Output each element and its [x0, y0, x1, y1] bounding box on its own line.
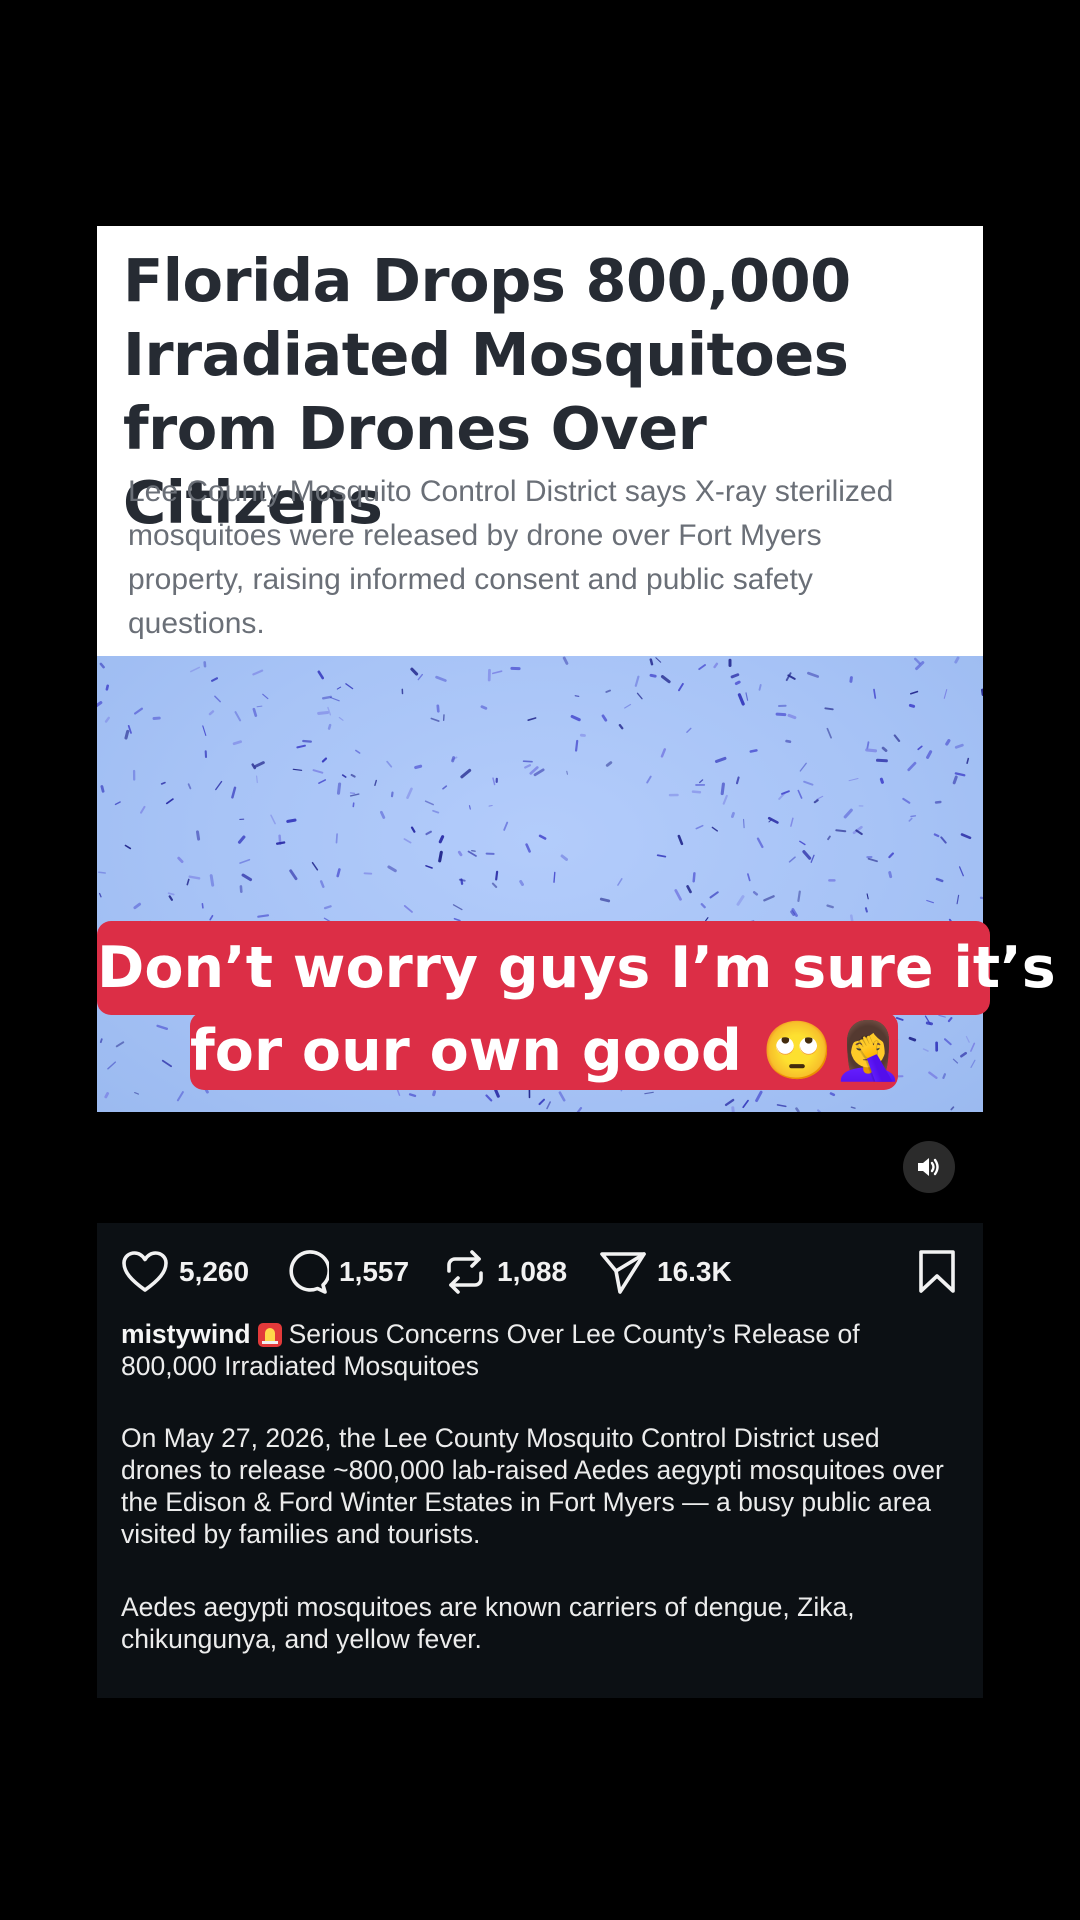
rotating-light-icon: [257, 1320, 283, 1348]
comment-button[interactable]: 1,557: [283, 1247, 409, 1297]
post-caption-title: mistywind Serious Concerns Over Lee Coun…: [121, 1318, 961, 1382]
comment-bubble-icon: [289, 1250, 329, 1294]
heart-icon: [122, 1251, 168, 1292]
repost-button[interactable]: 1,088: [443, 1247, 567, 1297]
send-icon: [600, 1252, 646, 1294]
repost-icon: [447, 1250, 483, 1294]
mosquito-swarm-photo: [97, 656, 983, 1112]
username-link[interactable]: mistywind: [121, 1319, 251, 1349]
speaker-icon: [918, 1158, 939, 1176]
bookmark-icon: [919, 1250, 955, 1293]
post-details-panel: 5,260 1,557 1,088 16.3K mistywind Seriou…: [97, 1223, 983, 1698]
repost-count: 1,088: [497, 1256, 568, 1287]
save-button[interactable]: [917, 1247, 957, 1297]
share-button[interactable]: 16.3K: [599, 1247, 732, 1297]
comment-count: 1,557: [339, 1256, 410, 1287]
like-button[interactable]: 5,260: [121, 1247, 249, 1297]
share-count: 16.3K: [657, 1256, 732, 1287]
like-count: 5,260: [179, 1256, 250, 1287]
post-paragraph-2: Aedes aegypti mosquitoes are known carri…: [121, 1592, 855, 1654]
mosquito-swarm-image: [97, 656, 983, 1112]
action-bar: 5,260 1,557 1,088 16.3K: [121, 1247, 961, 1297]
article-screenshot-header: Florida Drops 800,000 Irradiated Mosquit…: [97, 226, 983, 656]
sound-toggle-button[interactable]: [903, 1141, 955, 1193]
article-subheadline: Lee County Mosquito Control District say…: [128, 475, 894, 640]
post-media[interactable]: Florida Drops 800,000 Irradiated Mosquit…: [97, 226, 983, 1112]
post-paragraph-1: On May 27, 2026, the Lee County Mosquito…: [121, 1423, 944, 1549]
